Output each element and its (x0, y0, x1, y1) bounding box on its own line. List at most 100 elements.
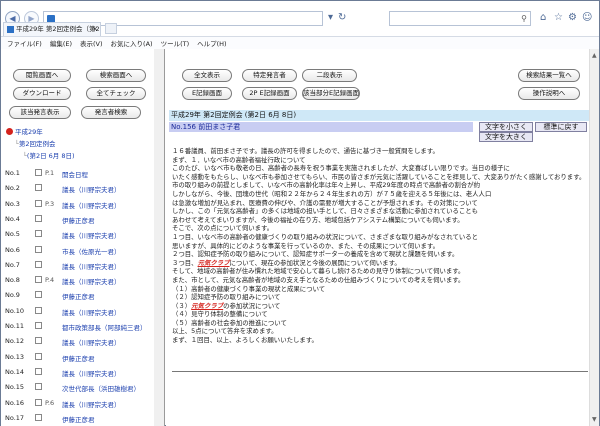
menu-favorites[interactable]: お気に入り(A) (111, 38, 153, 48)
search-input[interactable]: ⚲ (389, 11, 531, 26)
item-checkbox[interactable] (35, 260, 42, 268)
item-speaker-link[interactable]: 伊藤正彦君 (62, 215, 95, 225)
item-checkbox[interactable] (35, 184, 42, 192)
list-item[interactable]: No.7 議長（川野宗夫君） (5, 259, 161, 274)
item-checkbox[interactable] (35, 291, 42, 299)
item-checkbox[interactable] (35, 413, 42, 421)
menu-tools[interactable]: ツール(T) (161, 38, 190, 48)
menu-view[interactable]: 表示(V) (80, 38, 103, 48)
item-checkbox[interactable] (35, 245, 42, 253)
two-column-button[interactable]: 二段表示 (302, 69, 357, 82)
item-checkbox[interactable] (35, 214, 42, 222)
manual-button[interactable]: 操作説明へ (518, 87, 580, 100)
smiley-icon[interactable]: ☺ (582, 12, 592, 23)
item-number: No.12 (5, 337, 25, 346)
list-item[interactable]: No.12 議長（川野宗夫君） (5, 335, 161, 350)
highlight-link[interactable]: 元気クラブ (191, 302, 223, 310)
part-e-record-button[interactable]: 該当部分E記録画面 (302, 87, 360, 100)
browser-tab[interactable]: 平成29年 第2回定例会（第2... × (3, 22, 101, 36)
show-relevant-button[interactable]: 該当発言表示 (9, 106, 71, 119)
full-text-button[interactable]: 全文表示 (182, 69, 232, 82)
item-checkbox[interactable] (35, 367, 42, 375)
item-speaker-link[interactable]: 議長（川野宗夫君） (62, 184, 121, 194)
item-speaker-link[interactable]: 議長（川野宗夫君） (62, 399, 121, 409)
list-item[interactable]: No.1 P.1 開会日程 (5, 167, 161, 182)
2p-e-record-button[interactable]: 2P E記録画面 (242, 87, 297, 100)
close-tab-icon[interactable]: × (92, 23, 98, 36)
download-button[interactable]: ダウンロード (13, 87, 71, 100)
home-icon[interactable]: ⌂ (540, 12, 546, 23)
speech-line: 市の取り組みの前提としまして、いなべ市の高齢化率は年々上昇し、平成29年度の時点… (172, 181, 480, 190)
item-speaker-link[interactable]: 次世代部長（浜田雄樹君） (62, 383, 140, 393)
list-item[interactable]: No.8 P.4 議長（川野宗夫君） (5, 274, 161, 289)
item-speaker-link[interactable]: 議長（川野宗夫君） (62, 368, 121, 378)
speech-line: いたく感動をもたらし、いなべ市も参加させてもらい、市民の皆さまが元気に活躍してい… (172, 172, 586, 181)
item-speaker-link[interactable]: 議長（川野宗夫君） (62, 307, 121, 317)
menu-edit[interactable]: 編集(E) (50, 38, 72, 48)
item-speaker-link[interactable]: 議長（川野宗夫君） (62, 261, 121, 271)
item-number: No.15 (5, 383, 25, 392)
e-record-button[interactable]: E記録画面 (182, 87, 232, 100)
item-checkbox[interactable] (35, 306, 42, 314)
refresh-icon[interactable]: ↻ (338, 12, 346, 23)
item-number: No.11 (5, 322, 25, 330)
tree-date[interactable]: └(第2日 6月 8日) (23, 150, 75, 162)
list-item[interactable]: No.13 伊藤正彦君 (5, 351, 161, 366)
view-screen-button[interactable]: 閲覧画面へ (13, 69, 71, 82)
highlight-link[interactable]: 元気クラブ (198, 259, 230, 267)
list-item[interactable]: No.17 伊藤正彦君 (5, 412, 161, 426)
item-speaker-link[interactable]: 議長（川野宗夫君） (62, 337, 121, 347)
search-screen-button[interactable]: 検索画面へ (86, 69, 146, 82)
item-checkbox[interactable] (35, 199, 42, 207)
right-scrollbar[interactable]: ▲ ▼ (589, 49, 599, 426)
item-checkbox[interactable] (35, 383, 42, 391)
list-item[interactable]: No.3 P.3 議長（川野宗夫君） (5, 198, 161, 213)
list-item[interactable]: No.11 都市政策部長（阿部純三君） (5, 320, 161, 335)
item-checkbox[interactable] (35, 352, 42, 360)
new-tab-button[interactable] (105, 23, 117, 34)
search-icon[interactable]: ⚲ (521, 14, 527, 23)
item-checkbox[interactable] (35, 398, 42, 406)
list-item[interactable]: No.4 伊藤正彦君 (5, 213, 161, 228)
list-item[interactable]: No.10 議長（川野宗夫君） (5, 305, 161, 320)
item-speaker-link[interactable]: 伊藤正彦君 (62, 353, 95, 363)
scroll-up-icon[interactable]: ▲ (592, 52, 597, 59)
item-speaker-link[interactable]: 伊藤正彦君 (62, 414, 95, 424)
tree-year[interactable]: 平成29年 (6, 126, 43, 138)
item-speaker-link[interactable]: 議長（川野宗夫君） (62, 276, 121, 286)
item-checkbox[interactable] (35, 322, 42, 329)
star-icon[interactable]: ☆ (554, 12, 563, 23)
list-item[interactable]: No.16 P.6 議長（川野宗夫君） (5, 397, 161, 412)
menu-file[interactable]: ファイル(F) (7, 38, 42, 48)
tree-session[interactable]: └第2回定例会 (15, 138, 56, 150)
item-speaker-link[interactable]: 議長（川野宗夫君） (62, 230, 121, 240)
menu-help[interactable]: ヘルプ(H) (197, 38, 226, 48)
text-smaller-button[interactable]: 文字を小さく (479, 122, 533, 132)
scroll-down-icon[interactable]: ▼ (592, 416, 597, 423)
list-item[interactable]: No.14 議長（川野宗夫君） (5, 366, 161, 381)
item-speaker-link[interactable]: 市長（佐原光一君） (62, 246, 121, 256)
item-checkbox[interactable] (35, 276, 42, 284)
address-dropdown-icon[interactable]: ▾ (328, 12, 333, 23)
item-speaker-link[interactable]: 議長（川野宗夫君） (62, 200, 121, 210)
item-checkbox[interactable] (35, 230, 42, 238)
list-item[interactable]: No.2 議長（川野宗夫君） (5, 182, 161, 197)
list-item[interactable]: No.15 次世代部長（浜田雄樹君） (5, 381, 161, 396)
list-item[interactable]: No.5 議長（川野宗夫君） (5, 228, 161, 243)
item-checkbox[interactable] (35, 169, 42, 176)
item-speaker-link[interactable]: 都市政策部長（阿部純三君） (62, 322, 147, 332)
item-checkbox[interactable] (35, 337, 42, 345)
speaker-search-button[interactable]: 発言者検索 (81, 106, 141, 119)
list-item[interactable]: No.6 市長（佐原光一君） (5, 244, 161, 259)
specific-speaker-button[interactable]: 特定発言者 (242, 69, 297, 82)
list-item[interactable]: No.9 伊藤正彦君 (5, 289, 161, 304)
item-speaker-link[interactable]: 開会日程 (62, 169, 88, 179)
text-larger-button[interactable]: 文字を大きく (479, 132, 533, 142)
gear-icon[interactable]: ⚙ (568, 12, 577, 23)
left-scrollbar[interactable] (154, 49, 164, 426)
item-speaker-link[interactable]: 伊藤正彦君 (62, 291, 95, 301)
text-reset-button[interactable]: 標準に戻す (535, 122, 587, 132)
speech-line: しかしながら、今後、団塊の世代（昭和２２年から２４年生まれの方）が７５歳を迎える… (172, 189, 492, 198)
result-list-button[interactable]: 検索結果一覧へ (518, 69, 580, 82)
check-all-button[interactable]: 全てチェック (86, 87, 146, 100)
